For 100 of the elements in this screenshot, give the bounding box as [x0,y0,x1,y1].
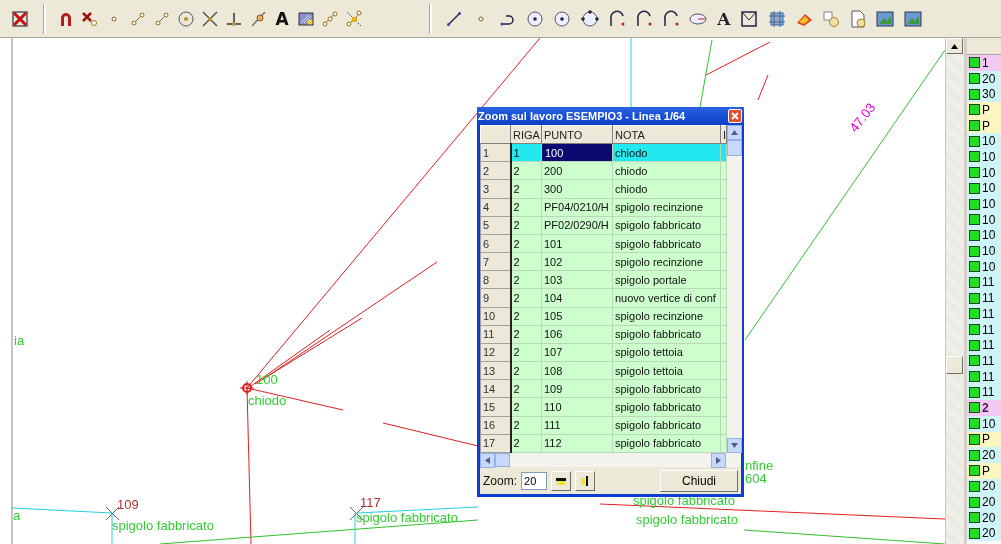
status-square-icon [969,355,980,367]
status-square-icon [969,433,980,445]
column-header[interactable]: PUNTO [541,125,613,144]
status-square-icon [969,214,980,226]
point-name: 20 [982,448,996,463]
status-square-icon [969,339,980,351]
point-label: spigolo fabbricato [636,512,738,527]
down-arrow-icon [731,443,738,448]
point-label: a [13,508,21,523]
status-square-icon [969,496,980,508]
point-name: 10 [982,197,996,212]
status-square-icon [969,527,980,539]
status-square-icon [969,276,980,288]
status-square-icon [969,88,980,100]
point-list-item[interactable]: 11 [967,306,1001,322]
close-button[interactable] [728,109,742,123]
point-list-item[interactable]: P [967,102,1001,118]
status-square-icon [969,465,980,477]
point-name: 10 [982,259,996,274]
table-row[interactable]: 6 2 101 spigolo fabbricato [480,234,727,253]
scrollbar-thumb[interactable] [495,453,510,467]
point-label: spigolo fabbricato [633,493,735,508]
point-name: 11 [982,385,995,400]
table-row[interactable]: 12 2 107 spigolo tettoia [480,343,727,362]
point-list-item[interactable]: 11 [967,353,1001,369]
point-list-item[interactable]: 30 [967,86,1001,103]
column-header[interactable]: NOTA [612,125,721,144]
status-square-icon [969,371,980,383]
text-tool-button[interactable]: A [270,6,294,31]
point-list-item[interactable]: 10 [967,196,1001,212]
status-square-icon [969,151,980,163]
point-name: 11 [982,353,995,368]
point-label: spigolo fabbricato [112,518,214,533]
status-square-icon [969,449,980,461]
table-row[interactable]: 1 1 100 chiodo [480,143,727,162]
zoom-out-button[interactable] [551,470,571,491]
point-name: 10 [982,134,996,149]
point-name: 11 [982,338,995,353]
point-name: 20 [982,71,996,86]
point-list-item[interactable]: 10 [967,149,1001,165]
up-arrow-icon [731,130,738,135]
point-name: 2 [982,400,989,415]
point-list-item[interactable]: 2 [967,400,1001,416]
point-name: 11 [982,369,995,384]
zoom-input-field[interactable]: 20 [521,471,547,490]
point-name: 1 [982,55,989,70]
table-row[interactable]: 9 2 104 nuovo vertice di conf [480,288,727,308]
point-list-item[interactable]: 11 [967,384,1001,401]
table-row[interactable]: 2 2 200 chiodo [480,161,727,180]
table-row[interactable]: 5 2 PF02/0290/H spigolo fabbricato [480,216,727,235]
column-header[interactable]: I [720,125,727,144]
table-row[interactable]: 8 2 103 spigolo portale [480,270,727,289]
window-title: Zoom sul lavoro ESEMPIO3 - Linea 1/64 [478,110,686,122]
table-row[interactable]: 17 2 112 spigolo fabbricato [480,434,727,453]
close-button[interactable]: Chiudi [660,469,738,492]
table-row[interactable]: 13 2 108 spigolo tettoia [480,361,727,380]
table-row[interactable]: 16 2 111 spigolo fabbricato [480,416,727,435]
up-arrow-icon [951,43,958,49]
point-name: 20 [982,526,996,541]
point-list-item[interactable]: 1 [967,55,1001,71]
status-square-icon [969,245,980,257]
point-list-item[interactable]: 11 [967,337,1001,354]
point-label: 100 [256,372,278,387]
point-list-item[interactable]: 20 [967,494,1001,510]
point-label: chiodo [248,393,287,408]
point-name: 20 [982,479,996,494]
point-name: 20 [982,510,996,525]
table-row[interactable]: 10 2 105 spigolo recinzione [480,307,727,326]
status-square-icon [969,261,980,273]
table-row[interactable]: 11 2 106 spigolo fabbricato [480,325,727,344]
table-row[interactable]: 15 2 110 spigolo fabbricato [480,397,727,416]
zoom-in-button[interactable] [575,470,595,491]
status-square-icon [969,386,980,398]
status-square-icon [969,167,980,179]
point-name: P [982,118,990,133]
bar-icon [579,474,591,487]
table-row[interactable]: 7 2 102 spigolo recinzione [480,252,727,271]
point-list-item[interactable]: 20 [967,447,1001,463]
point-label: ia [14,333,25,348]
column-header[interactable]: RIGA [510,125,542,144]
horizontal-scrollbar[interactable] [480,453,741,467]
scroll-down-button[interactable] [727,438,742,453]
right-arrow-icon [716,456,721,464]
point-name: 11 [982,275,995,290]
point-name: 10 [982,149,996,164]
point-list-item[interactable]: 10 [967,133,1001,150]
status-square-icon [969,120,980,132]
table-row[interactable]: 4 2 PF04/0210/H spigolo recinzione [480,198,727,217]
point-name: 10 [982,165,996,180]
status-square-icon [969,182,980,194]
status-square-icon [969,324,980,336]
table-row[interactable]: 14 2 109 spigolo fabbricato [480,379,727,398]
vertical-scrollbar[interactable] [727,125,742,453]
scrollbar-thumb[interactable] [727,140,742,156]
point-name: 10 [982,181,996,196]
point-list-item[interactable]: 10 [967,243,1001,259]
point-list-item[interactable]: 11 [967,290,1001,306]
point-label: 117 [360,495,381,510]
table-row[interactable]: 3 2 300 chiodo [480,179,727,199]
text-tool-button[interactable]: A [711,6,736,31]
